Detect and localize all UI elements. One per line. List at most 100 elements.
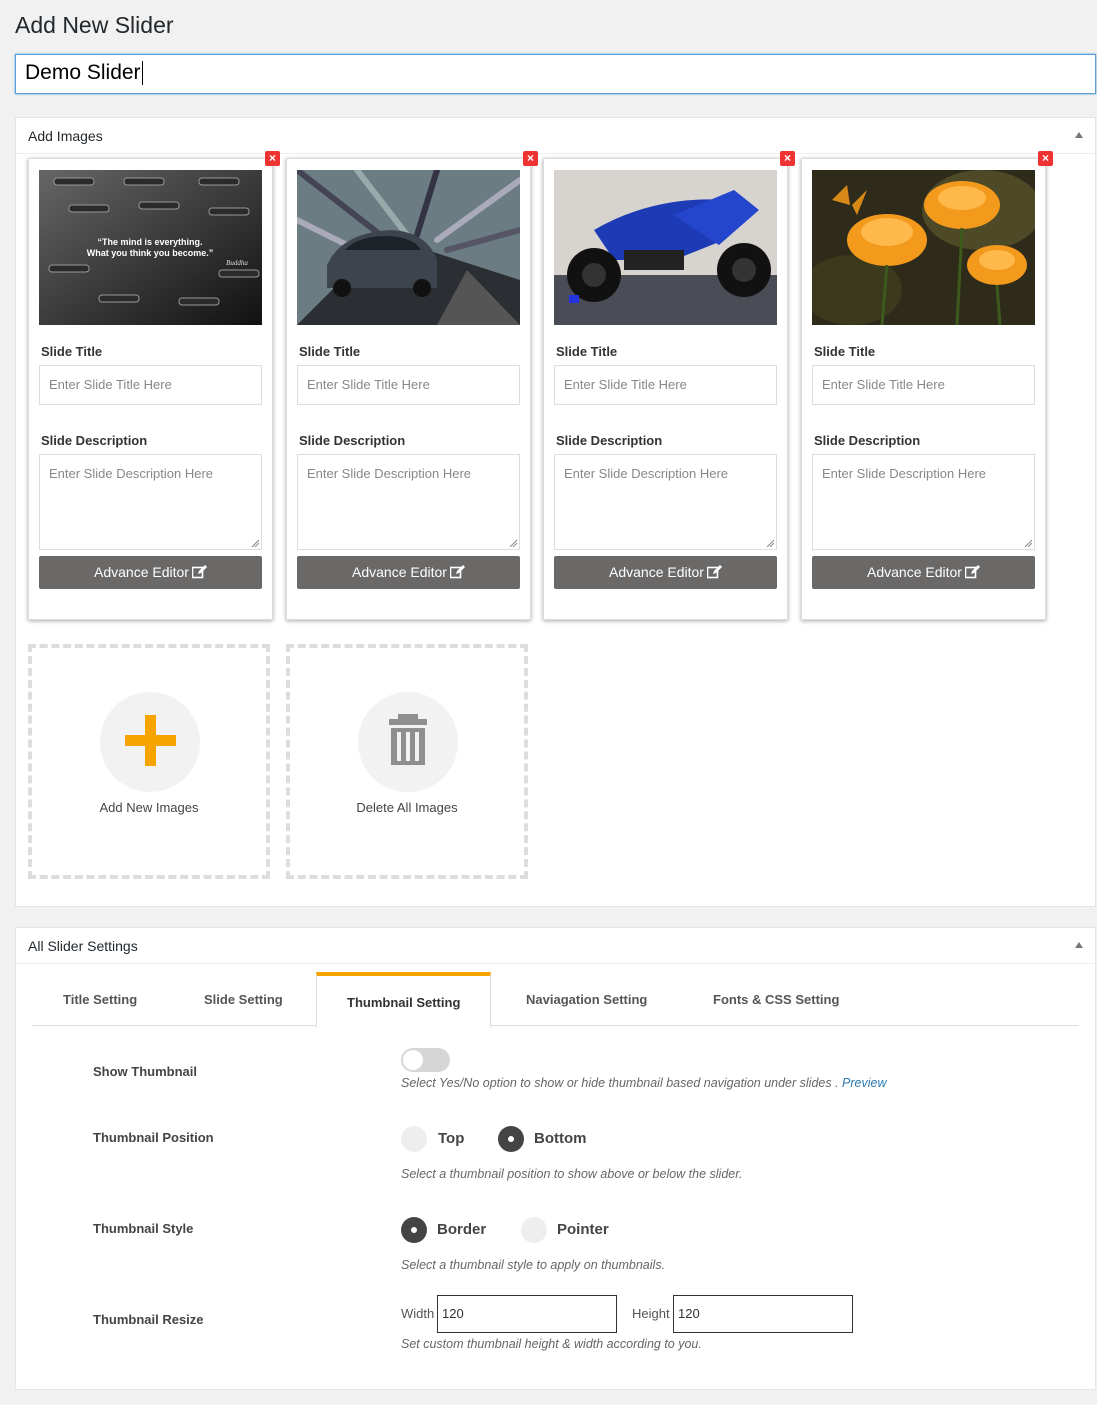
position-top-label: Top	[438, 1130, 465, 1147]
slide-title-placeholder: Enter Slide Title Here	[822, 377, 945, 392]
advance-editor-label: Advance Editor	[867, 564, 962, 580]
quote-author: Buddha	[226, 259, 248, 267]
slide-description-label: Slide Description	[299, 433, 406, 448]
quote-image: “The mind is everything.What you think y…	[39, 170, 262, 325]
slide-title-placeholder: Enter Slide Title Here	[307, 377, 430, 392]
toggle-knob	[403, 1050, 423, 1070]
slide-title-input[interactable]: Enter Slide Title Here	[39, 365, 262, 405]
slide-thumbnail[interactable]	[812, 170, 1035, 325]
remove-slide-close-icon[interactable]: ×	[1038, 151, 1053, 166]
quote-line-1: “The mind is everything.	[97, 237, 202, 247]
delete-all-images-label: Delete All Images	[356, 800, 458, 815]
tab-navigation-setting[interactable]: Naviagation Setting	[526, 992, 647, 1007]
show-thumbnail-label: Show Thumbnail	[93, 1064, 197, 1079]
delete-circle	[358, 692, 458, 792]
slide-title-placeholder: Enter Slide Title Here	[564, 377, 687, 392]
slide-card: × Slide Title Enter Slide Title Here Slide …	[543, 151, 795, 620]
thumbnail-height-input[interactable]: 120	[673, 1295, 853, 1333]
preview-link[interactable]: Preview	[842, 1076, 886, 1090]
slide-thumbnail[interactable]	[297, 170, 520, 325]
advance-editor-label: Advance Editor	[352, 564, 447, 580]
resize-grip-icon[interactable]	[509, 539, 517, 547]
tab-title-setting[interactable]: Title Setting	[63, 992, 137, 1007]
trash-icon	[389, 714, 427, 765]
advance-editor-label: Advance Editor	[609, 564, 704, 580]
width-label: Width	[401, 1306, 435, 1321]
thumbnail-position-label: Thumbnail Position	[93, 1130, 214, 1145]
add-new-images-label: Add New Images	[99, 800, 199, 815]
add-circle	[100, 692, 200, 792]
position-top-radio[interactable]	[401, 1126, 427, 1152]
flower-image	[812, 170, 1035, 325]
remove-slide-close-icon[interactable]: ×	[265, 151, 280, 166]
edit-icon	[191, 565, 207, 579]
show-thumbnail-help: Select Yes/No option to show or hide thu…	[401, 1076, 887, 1090]
slide-thumbnail[interactable]	[554, 170, 777, 325]
motorcycle-image	[554, 170, 777, 325]
edit-icon	[706, 565, 722, 579]
plus-icon	[125, 715, 176, 766]
slide-title-input[interactable]: Enter Slide Title Here	[554, 365, 777, 405]
style-border-label: Border	[437, 1221, 487, 1238]
slide-title-label: Slide Title	[556, 344, 618, 359]
slide-description-textarea[interactable]: Enter Slide Description Here	[39, 454, 262, 550]
text-caret	[141, 61, 143, 86]
resize-grip-icon[interactable]	[766, 539, 774, 547]
slider-settings-header[interactable]: All Slider Settings	[16, 928, 1095, 964]
settings-tabs: Title Setting Slide Setting Thumbnail Se…	[32, 972, 1079, 1028]
slide-thumbnail[interactable]: “The mind is everything. What you think y…	[39, 170, 262, 325]
edit-icon	[964, 565, 980, 579]
slider-settings-box: All Slider Settings Title Setting Slide …	[15, 927, 1096, 1390]
advance-editor-button[interactable]: Advance Editor	[297, 556, 520, 589]
remove-slide-close-icon[interactable]: ×	[780, 151, 795, 166]
add-images-header[interactable]: Add Images	[16, 118, 1095, 154]
thumbnail-resize-help: Set custom thumbnail height & width acco…	[401, 1337, 702, 1351]
advance-editor-label: Advance Editor	[94, 564, 189, 580]
add-images-heading: Add Images	[28, 128, 103, 144]
tab-slide-setting[interactable]: Slide Setting	[204, 992, 283, 1007]
slide-title-label: Slide Title	[41, 344, 103, 359]
slide-card: × Slide Title Enter Slide Title Here Slide …	[286, 151, 538, 620]
slide-card: × “The mind is everything. What you think …	[28, 151, 280, 620]
thumbnail-style-help: Select a thumbnail style to apply on thu…	[401, 1258, 666, 1272]
slide-description-placeholder: Enter Slide Description Here	[822, 466, 987, 481]
collapse-arrow-icon[interactable]	[1075, 942, 1083, 948]
position-bottom-radio[interactable]	[498, 1126, 524, 1152]
thumbnail-resize-label: Thumbnail Resize	[93, 1312, 204, 1327]
tab-fonts-css-setting[interactable]: Fonts & CSS Setting	[713, 992, 839, 1007]
resize-grip-icon[interactable]	[251, 539, 259, 547]
add-new-images-button[interactable]: Add New Images	[28, 644, 270, 879]
show-thumbnail-help-text: Select Yes/No option to show or hide thu…	[401, 1076, 839, 1090]
slide-description-textarea[interactable]: Enter Slide Description Here	[554, 454, 777, 550]
thumbnail-style-label: Thumbnail Style	[93, 1221, 194, 1236]
remove-slide-close-icon[interactable]: ×	[523, 151, 538, 166]
car-image	[297, 170, 520, 325]
page-title: Add New Slider	[15, 12, 174, 38]
slide-description-textarea[interactable]: Enter Slide Description Here	[812, 454, 1035, 550]
delete-all-images-button[interactable]: Delete All Images	[286, 644, 528, 879]
height-label: Height	[632, 1306, 670, 1321]
slide-description-placeholder: Enter Slide Description Here	[564, 466, 729, 481]
slide-description-textarea[interactable]: Enter Slide Description Here	[297, 454, 520, 550]
collapse-arrow-icon[interactable]	[1075, 132, 1083, 138]
slide-title-input[interactable]: Enter Slide Title Here	[812, 365, 1035, 405]
slide-card: × Slide Title Enter Slide Title Here Slide …	[801, 151, 1053, 620]
slide-description-label: Slide Description	[556, 433, 663, 448]
slide-title-placeholder: Enter Slide Title Here	[49, 377, 172, 392]
slide-description-placeholder: Enter Slide Description Here	[49, 466, 214, 481]
position-bottom-label: Bottom	[534, 1130, 587, 1147]
advance-editor-button[interactable]: Advance Editor	[554, 556, 777, 589]
advance-editor-button[interactable]: Advance Editor	[39, 556, 262, 589]
style-pointer-radio[interactable]	[521, 1217, 547, 1243]
show-thumbnail-toggle[interactable]	[401, 1048, 450, 1072]
tab-thumbnail-setting[interactable]: Thumbnail Setting	[316, 972, 492, 1028]
advance-editor-button[interactable]: Advance Editor	[812, 556, 1035, 589]
edit-icon	[449, 565, 465, 579]
thumbnail-width-input[interactable]: 120	[437, 1295, 617, 1333]
slider-title-input[interactable]: Demo Slider	[15, 54, 1096, 94]
style-border-radio[interactable]	[401, 1217, 427, 1243]
slider-title-value: Demo Slider	[25, 61, 141, 84]
slide-title-input[interactable]: Enter Slide Title Here	[297, 365, 520, 405]
resize-grip-icon[interactable]	[1024, 539, 1032, 547]
style-pointer-label: Pointer	[557, 1221, 609, 1238]
